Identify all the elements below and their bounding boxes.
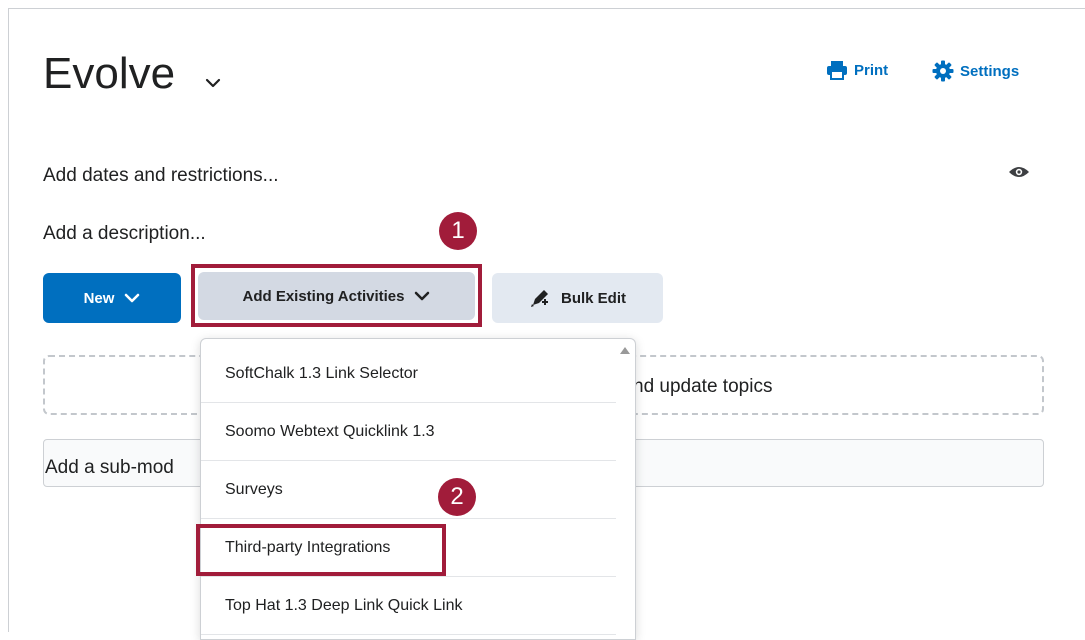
new-label: New bbox=[83, 289, 115, 307]
step-badge-1: 1 bbox=[439, 212, 477, 250]
settings-label: Settings bbox=[960, 62, 1020, 80]
drop-zone-text: nd update topics bbox=[633, 376, 773, 397]
highlight-box-step-1 bbox=[191, 264, 482, 327]
chevron-down-icon bbox=[125, 293, 140, 303]
bulk-edit-label: Bulk Edit bbox=[560, 289, 626, 307]
pencil-icon bbox=[530, 290, 548, 307]
menu-item-soomo[interactable]: Soomo Webtext Quicklink 1.3 bbox=[201, 403, 616, 461]
gear-icon bbox=[932, 60, 954, 82]
bulk-edit-button[interactable]: Bulk Edit bbox=[492, 273, 663, 323]
menu-item-surveys[interactable]: Surveys bbox=[201, 461, 616, 519]
print-label: Print bbox=[854, 61, 889, 79]
new-button[interactable]: New bbox=[43, 273, 181, 323]
printer-icon bbox=[827, 61, 847, 80]
scroll-up-arrow-icon[interactable] bbox=[620, 347, 630, 354]
add-existing-dropdown-menu[interactable]: SoftChalk 1.3 Link Selector Soomo Webtex… bbox=[200, 338, 636, 640]
add-description[interactable]: Add a description... bbox=[43, 223, 206, 245]
add-dates-restrictions[interactable]: Add dates and restrictions... bbox=[43, 165, 279, 187]
page-title: Evolve bbox=[43, 49, 176, 98]
eye-icon[interactable] bbox=[1008, 164, 1030, 180]
step-badge-2: 2 bbox=[438, 478, 476, 516]
highlight-box-step-2 bbox=[196, 524, 446, 576]
settings-button[interactable]: Settings bbox=[932, 60, 1019, 82]
chevron-down-icon[interactable] bbox=[205, 78, 221, 88]
submodule-placeholder: Add a sub-mod bbox=[45, 457, 174, 478]
print-button[interactable]: Print bbox=[826, 60, 888, 80]
menu-item-softchalk[interactable]: SoftChalk 1.3 Link Selector bbox=[201, 345, 616, 403]
menu-item-top-hat[interactable]: Top Hat 1.3 Deep Link Quick Link bbox=[201, 577, 616, 635]
